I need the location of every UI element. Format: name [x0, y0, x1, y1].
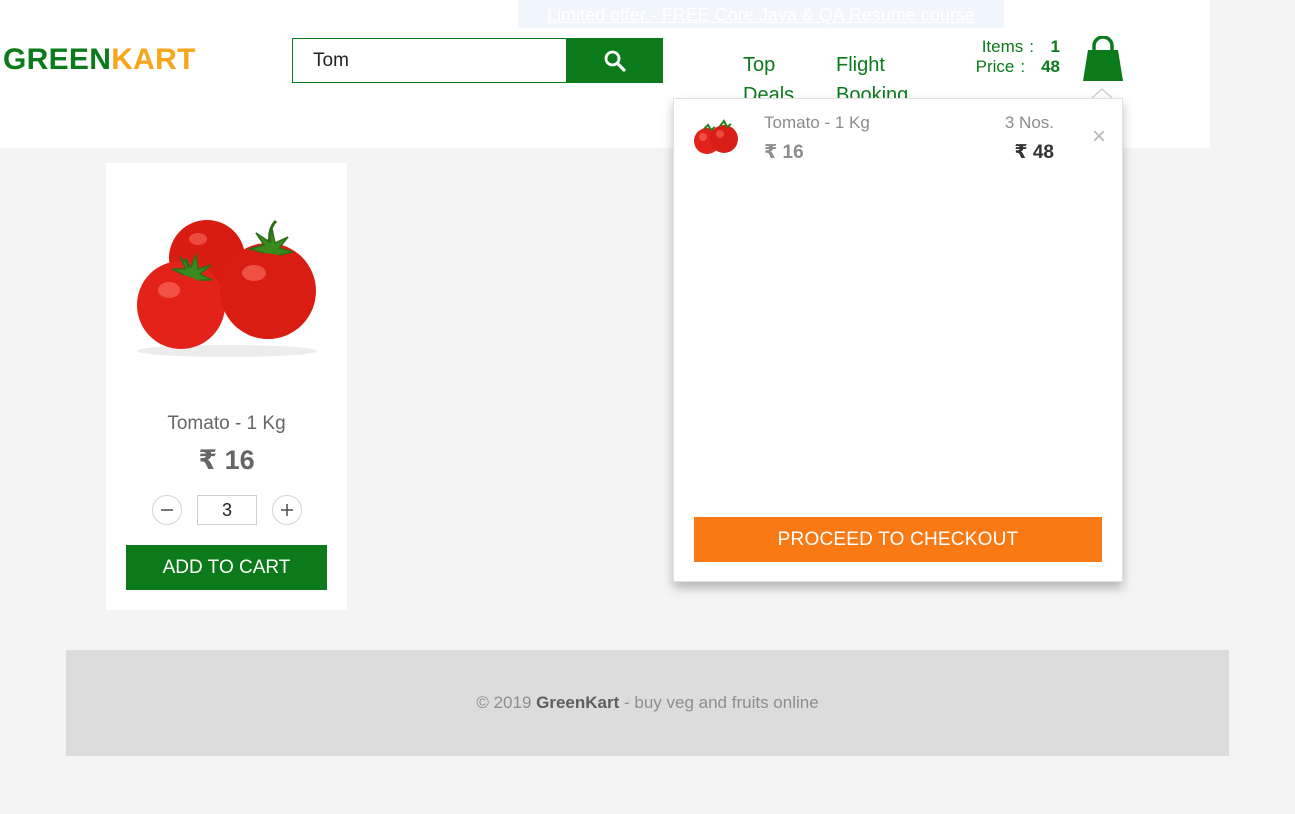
price-total: 48 [1041, 57, 1060, 76]
cart-item-amount: ₹ 48 [1014, 142, 1054, 163]
cart-info: Items : 1 Price : 48 [955, 37, 1060, 77]
plus-icon [281, 504, 293, 516]
cart-price-row: Price : 48 [955, 57, 1060, 77]
search-button[interactable] [566, 38, 663, 83]
proceed-to-checkout-button[interactable]: PROCEED TO CHECKOUT [694, 517, 1102, 562]
footer-suffix: - buy veg and fruits online [619, 693, 819, 712]
cart-button[interactable] [1082, 35, 1124, 82]
tomato-image [137, 219, 317, 357]
brand-green: GREEN [3, 43, 112, 76]
cart-preview: Tomato - 1 Kg ₹ 16 3 Nos. ₹ 48 × PROCEED… [673, 98, 1123, 582]
search-icon [604, 50, 626, 72]
search-input[interactable] [292, 38, 566, 83]
nav-top-deals-line1: Top [743, 54, 776, 76]
remove-item-close-icon[interactable]: × [1092, 125, 1106, 149]
items-count: 1 [1050, 37, 1060, 56]
price-label: Price [975, 57, 1015, 76]
cart-item-price: ₹ 16 [764, 142, 804, 163]
footer-brand: GreenKart [536, 693, 620, 712]
increment-button[interactable] [272, 495, 302, 525]
minus-icon [161, 509, 173, 511]
shopping-bag-icon [1083, 35, 1123, 81]
product-price: ₹ 16 [198, 445, 255, 475]
cart-items-row: Items : 1 [955, 37, 1060, 57]
cart-item-quantity: 3 Nos. [1004, 113, 1054, 132]
add-to-cart-button[interactable]: ADD TO CART [126, 545, 327, 590]
cart-item-name: Tomato - 1 Kg [764, 113, 870, 132]
quantity-stepper [152, 495, 302, 525]
items-separator: : [1029, 37, 1034, 56]
brand-kart: KART [111, 43, 196, 76]
product-card: Tomato - 1 Kg ₹ 16 ADD TO CART [106, 163, 347, 610]
footer: © 2019 GreenKart - buy veg and fruits on… [66, 650, 1229, 756]
tomato-thumbnail [694, 119, 738, 154]
promo-link[interactable]: Limited offer - FREE Core Java & QA Resu… [547, 5, 975, 25]
price-separator: : [1020, 57, 1026, 76]
footer-prefix: © 2019 [476, 693, 537, 712]
decrement-button[interactable] [152, 495, 182, 525]
brand-logo[interactable]: GREENKART [3, 43, 196, 77]
footer-text: © 2019 GreenKart - buy veg and fruits on… [66, 650, 1229, 756]
promo-banner: Limited offer - FREE Core Java & QA Resu… [518, 0, 1004, 28]
items-label: Items [981, 37, 1024, 56]
nav-flight-booking-line1: Flight [836, 54, 885, 76]
quantity-input[interactable] [197, 495, 257, 525]
search-bar [292, 38, 663, 83]
product-name: Tomato - 1 Kg [167, 413, 286, 434]
